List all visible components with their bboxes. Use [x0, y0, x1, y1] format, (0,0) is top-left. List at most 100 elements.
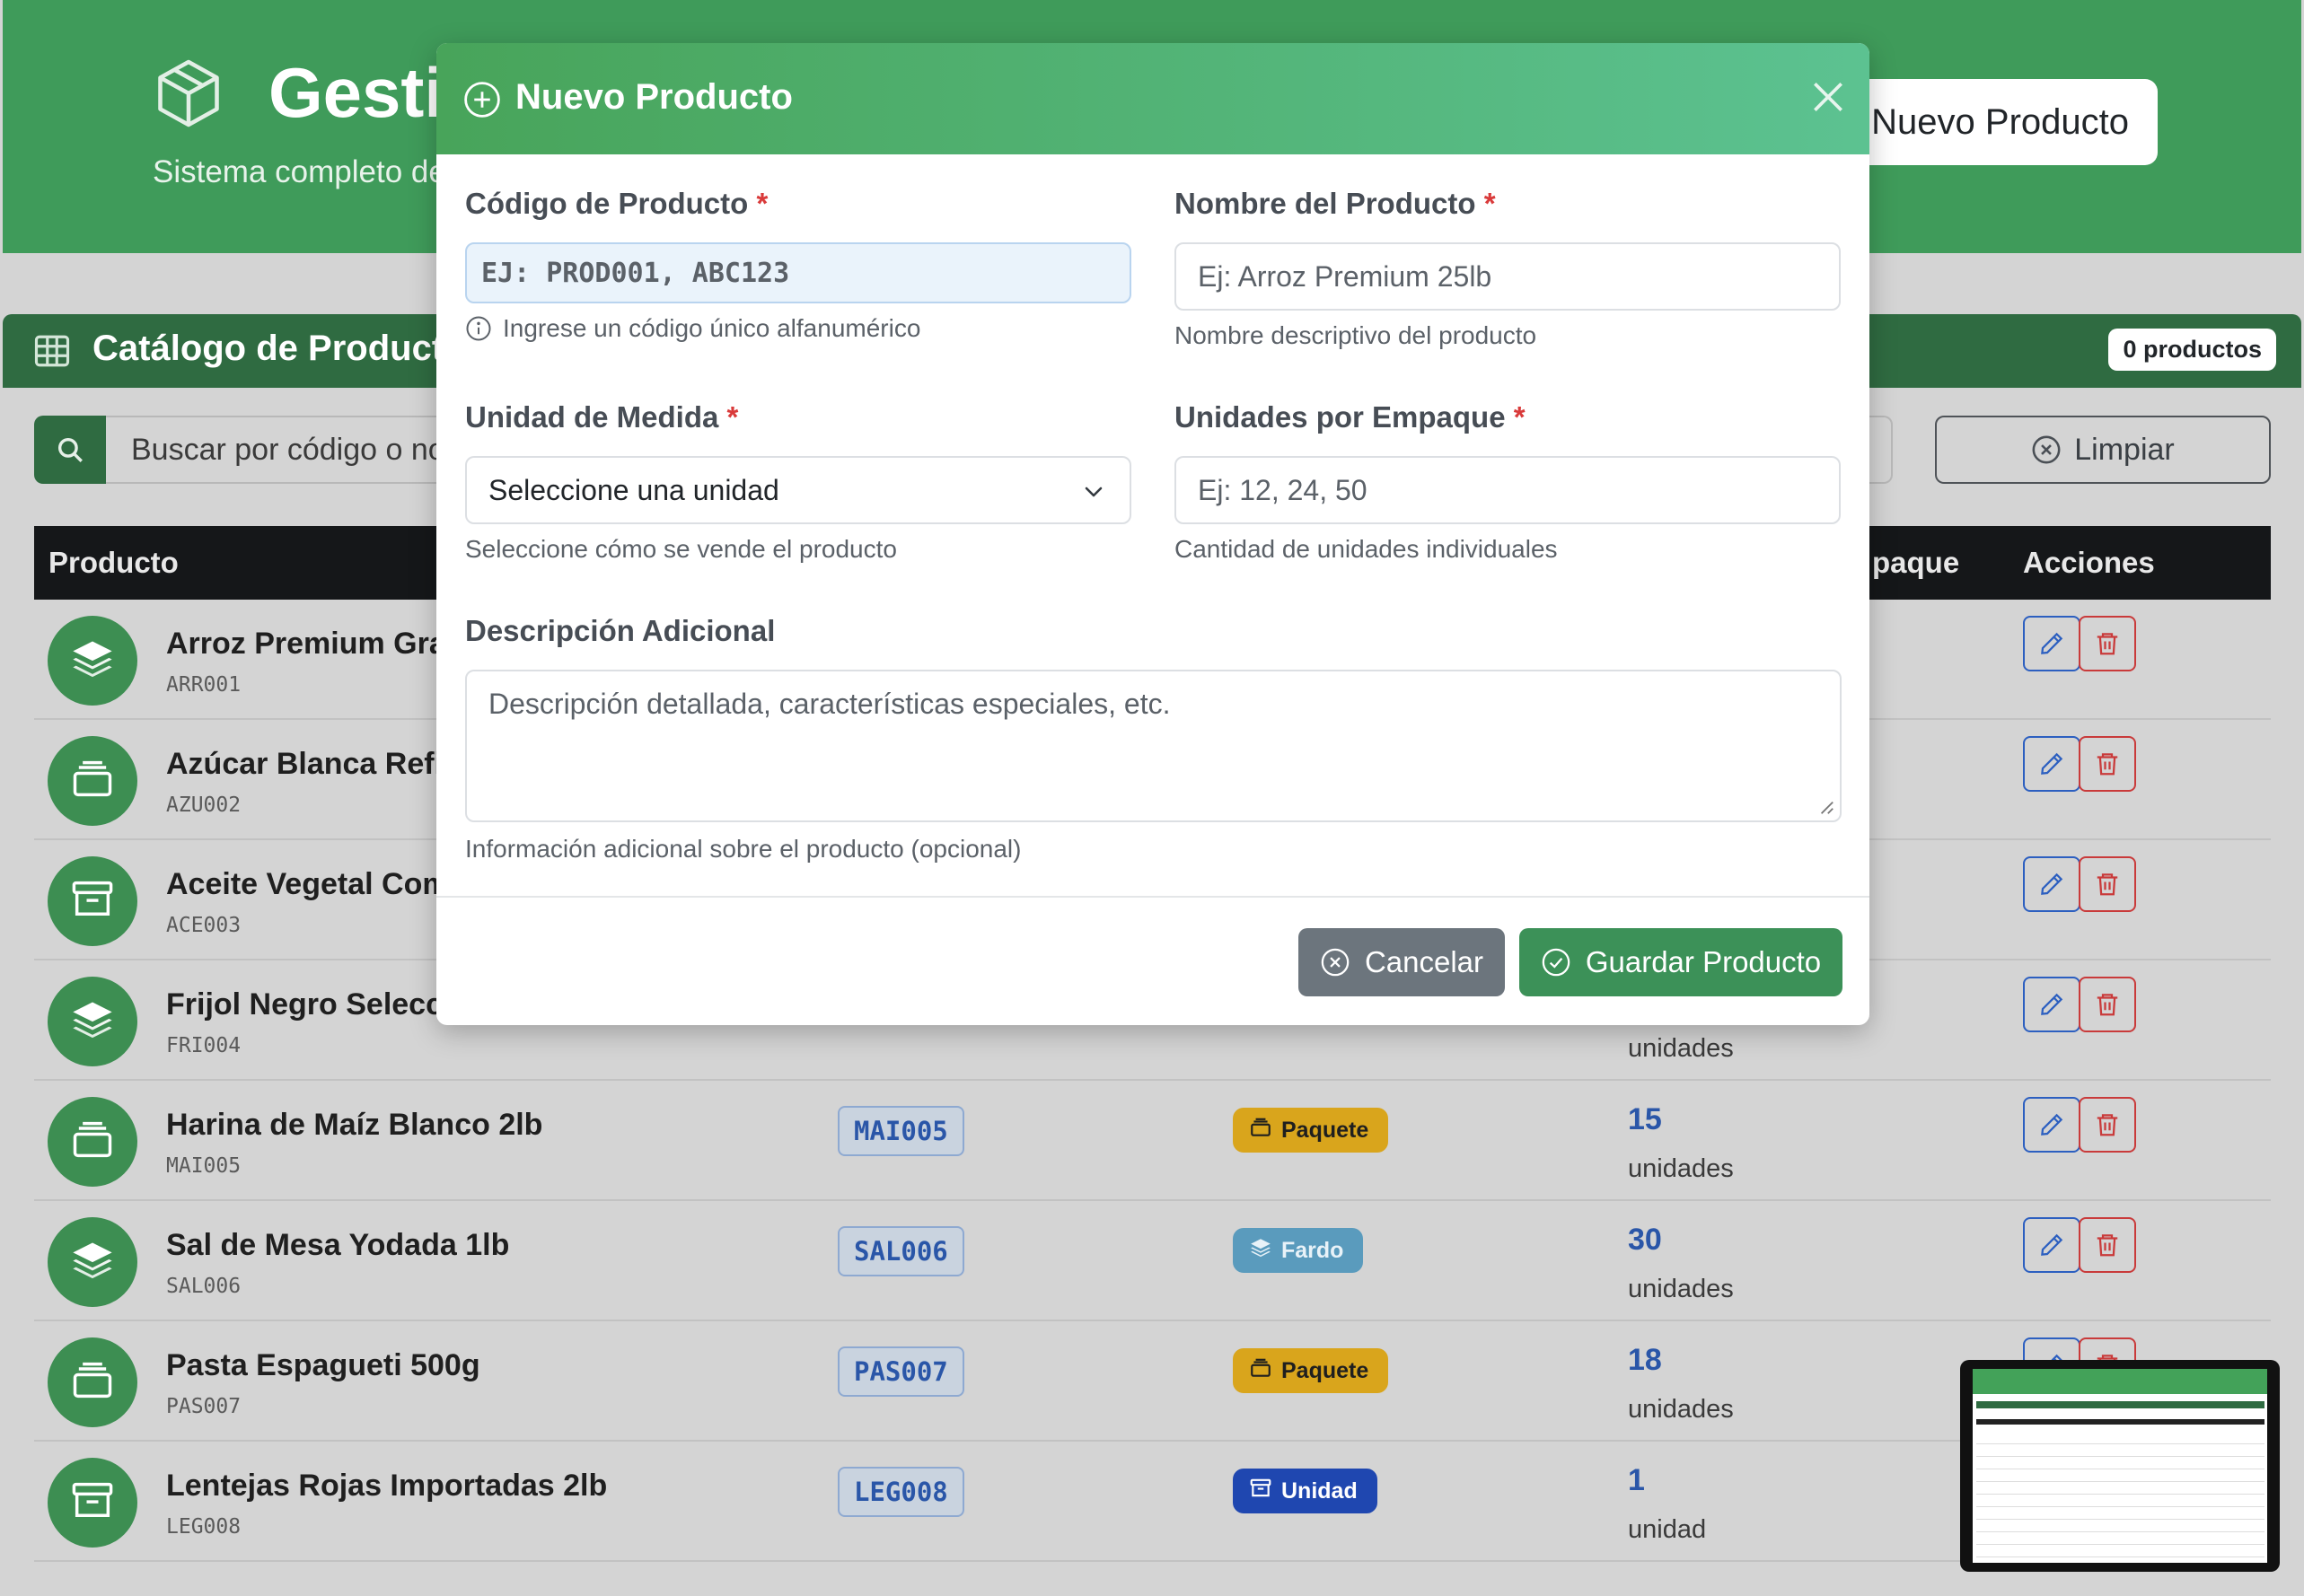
preview-thumbnail[interactable] [1960, 1360, 2280, 1572]
name-placeholder: Ej: Arroz Premium 25lb [1198, 259, 1492, 293]
code-chip: SAL006 [838, 1226, 964, 1276]
edit-button[interactable] [2023, 616, 2080, 671]
layers-icon [69, 1237, 116, 1288]
search-placeholder: Buscar por código o no [131, 432, 445, 467]
unit-badge-label: Paquete [1281, 1117, 1369, 1143]
delete-button[interactable] [2079, 1097, 2136, 1153]
trash-icon [2097, 873, 2118, 896]
package-icon [1249, 1116, 1272, 1145]
code-input[interactable]: EJ: PROD001, ABC123 [465, 242, 1131, 303]
product-code: PAS007 [166, 1395, 242, 1418]
delete-button[interactable] [2079, 736, 2136, 792]
close-icon[interactable] [1808, 77, 1848, 117]
table-icon [34, 335, 70, 367]
description-help: Información adicional sobre el producto … [465, 835, 1022, 863]
search-icon [57, 437, 83, 462]
table-row: Lentejas Rojas Importadas 2lb LEG008 LEG00… [34, 1442, 2271, 1562]
product-name: Frijol Negro Selecci [166, 987, 452, 1022]
save-button-label: Guardar Producto [1585, 945, 1822, 978]
layers-icon [1249, 1236, 1272, 1266]
code-label: Código de Producto * [465, 187, 768, 221]
delete-button[interactable] [2079, 1217, 2136, 1273]
pencil-icon [2041, 752, 2063, 775]
name-label-text: Nombre del Producto [1174, 187, 1476, 220]
archive-icon [69, 876, 116, 927]
product-name: Lentejas Rojas Importadas 2lb [166, 1469, 608, 1503]
clear-filters-label: Limpiar [2074, 432, 2175, 467]
code-label-text: Código de Producto [465, 187, 749, 220]
product-code: SAL006 [166, 1275, 242, 1298]
description-placeholder: Descripción detallada, características e… [488, 688, 1171, 720]
save-product-button[interactable]: Guardar Producto [1519, 928, 1842, 996]
units-label: unidades [1628, 1275, 1734, 1303]
app-title: Gesti [268, 53, 444, 132]
delete-button[interactable] [2079, 616, 2136, 671]
units-count: 30 [1628, 1223, 1662, 1257]
unit-badge: Paquete [1233, 1348, 1389, 1393]
edit-button[interactable] [2023, 1097, 2080, 1153]
unit-badge: Fardo [1233, 1228, 1364, 1273]
check-circle-icon [1542, 948, 1570, 977]
package-icon [1249, 1356, 1272, 1386]
package-icon [69, 1357, 116, 1408]
code-chip: PAS007 [838, 1346, 964, 1397]
delete-button[interactable] [2079, 977, 2136, 1032]
units-count: 15 [1628, 1102, 1662, 1136]
edit-button[interactable] [2023, 736, 2080, 792]
required-mark: * [1483, 187, 1496, 220]
new-product-button[interactable]: Nuevo Producto [1834, 79, 2158, 165]
units-count: 1 [1628, 1463, 1645, 1497]
product-name: Pasta Espagueti 500g [166, 1348, 480, 1382]
product-avatar [48, 616, 137, 706]
unit-help: Seleccione cómo se vende el producto [465, 535, 897, 563]
edit-button[interactable] [2023, 977, 2080, 1032]
product-avatar [48, 1097, 137, 1187]
pencil-icon [2041, 993, 2063, 1015]
product-avatar [48, 1458, 137, 1548]
edit-button[interactable] [2023, 1217, 2080, 1273]
product-code: FRI004 [166, 1034, 242, 1057]
modal-title: Nuevo Producto [515, 77, 793, 117]
layers-icon [69, 996, 116, 1048]
units-label: unidades [1628, 1034, 1734, 1063]
product-avatar [48, 1217, 137, 1307]
per-pack-placeholder: Ej: 12, 24, 50 [1198, 473, 1367, 506]
unit-selected-value: Seleccione una unidad [488, 473, 779, 506]
unit-select[interactable]: Seleccione una unidad [465, 456, 1131, 524]
unit-badge-label: Unidad [1281, 1478, 1358, 1504]
plus-circle-icon [464, 82, 500, 118]
per-pack-label: Unidades por Empaque * [1174, 400, 1526, 434]
name-input[interactable]: Ej: Arroz Premium 25lb [1174, 242, 1841, 311]
package-icon [69, 756, 116, 807]
code-help: Ingrese un código único alfanumérico [465, 314, 920, 343]
unit-badge: Unidad [1233, 1469, 1377, 1513]
per-pack-input[interactable]: Ej: 12, 24, 50 [1174, 456, 1841, 524]
cancel-button[interactable]: Cancelar [1298, 928, 1505, 996]
table-row: Sal de Mesa Yodada 1lb SAL006 SAL006 Fardo 3… [34, 1201, 2271, 1321]
product-code: AZU002 [166, 794, 242, 817]
product-name: Arroz Premium Gran [166, 627, 465, 661]
units-label: unidades [1628, 1395, 1734, 1424]
preview-content [1973, 1369, 2267, 1563]
new-product-button-label: Nuevo Producto [1871, 101, 2129, 142]
col-package: paque [1872, 546, 1960, 579]
table-row: Harina de Maíz Blanco 2lb MAI005 MAI005 Paq… [34, 1081, 2271, 1201]
preview-table-head [1976, 1419, 2265, 1425]
product-name: Harina de Maíz Blanco 2lb [166, 1108, 543, 1142]
clear-filters-button[interactable]: Limpiar [1935, 416, 2271, 484]
unit-badge-label: Fardo [1281, 1237, 1344, 1263]
edit-button[interactable] [2023, 856, 2080, 912]
pencil-icon [2041, 1113, 2063, 1136]
archive-icon [1249, 1477, 1272, 1506]
description-textarea[interactable]: Descripción detallada, características e… [465, 670, 1842, 822]
table-row: Pasta Espagueti 500g PAS007 PAS007 Paquete 1… [34, 1321, 2271, 1442]
delete-button[interactable] [2079, 856, 2136, 912]
required-mark: * [726, 400, 739, 434]
product-avatar [48, 1337, 137, 1427]
description-label: Descripción Adicional [465, 614, 776, 647]
app-subtitle: Sistema completo de [153, 154, 446, 189]
product-avatar [48, 977, 137, 1066]
required-mark: * [1513, 400, 1526, 434]
product-avatar [48, 856, 137, 946]
resize-handle-icon[interactable] [1818, 799, 1834, 815]
